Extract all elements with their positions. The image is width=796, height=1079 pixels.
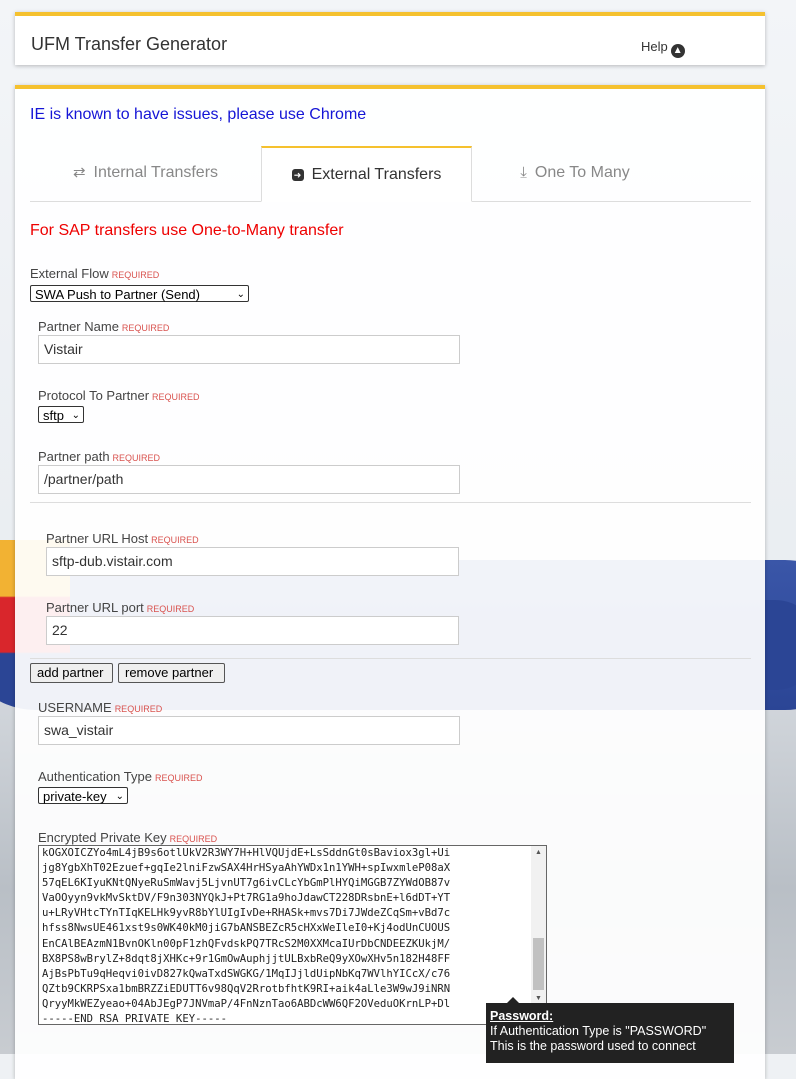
private-key-text: kOGXOICZYo4mL4jB9s6otlUkV2R3WY7H+HlVQUjd… [42,847,451,1025]
password-tooltip: Password: If Authentication Type is "PAS… [486,1003,734,1063]
required-tag: REQUIRED [112,453,161,463]
transfer-tabs: ⇄ Internal Transfers ➜ External Transfers … [30,146,751,202]
help-button[interactable]: Help ▲ [641,39,685,58]
label-text: Protocol To Partner [38,388,150,403]
tooltip-line: This is the password used to connect [490,1039,696,1053]
partner-name-input[interactable]: Vistair [38,335,460,364]
label-text: Encrypted Private Key [38,830,167,845]
divider [30,502,751,503]
chevron-down-icon: ⌄ [115,791,124,802]
partner-name-label: Partner Name REQUIRED [38,319,169,334]
partner-path-label: Partner path REQUIRED [38,449,160,464]
required-tag: REQUIRED [154,773,203,783]
remove-partner-button[interactable]: remove partner [118,663,225,683]
ie-warning: IE is known to have issues, please use C… [30,106,367,123]
protocol-label: Protocol To Partner REQUIRED [38,388,200,403]
airplane-nose [760,600,796,690]
chevron-down-icon: ⌄ [236,289,245,300]
header-bar: UFM Transfer Generator Help ▲ [15,12,765,65]
textarea-scrollbar[interactable]: ▲ ▼ [531,846,546,1006]
label-text: Authentication Type [38,769,152,784]
required-tag: REQUIRED [151,535,199,545]
scroll-up-arrow-icon[interactable]: ▲ [531,846,546,860]
external-flow-select[interactable]: SWA Push to Partner (Send) ⌄ [30,285,249,302]
tab-label: External Transfers [311,166,442,183]
chevron-up-circle-icon: ▲ [670,44,685,58]
url-host-label: Partner URL Host REQUIRED [46,531,199,546]
transfer-form-panel: IE is known to have issues, please use C… [15,85,765,1079]
tab-label: Internal Transfers [93,164,219,181]
private-key-label: Encrypted Private Key REQUIRED [38,830,217,845]
required-tag: REQUIRED [121,323,170,333]
tab-one-to-many[interactable]: ⤓ One To Many [470,146,680,200]
select-value: SWA Push to Partner (Send) [35,287,200,302]
required-tag: REQUIRED [169,834,218,844]
auth-type-select[interactable]: private-key ⌄ [38,787,128,804]
retweet-icon: ⇄ [72,164,86,181]
url-port-input[interactable]: 22 [46,616,459,645]
external-flow-label: External Flow REQUIRED [30,266,159,281]
private-key-textarea[interactable]: kOGXOICZYo4mL4jB9s6otlUkV2R3WY7H+HlVQUjd… [38,845,547,1025]
partner-path-input[interactable]: /partner/path [38,465,460,494]
protocol-select[interactable]: sftp ⌄ [38,406,84,423]
label-text: Partner Name [38,319,119,334]
username-label: USERNAME REQUIRED [38,700,162,715]
tab-internal-transfers[interactable]: ⇄ Internal Transfers [30,146,261,200]
tab-external-transfers[interactable]: ➜ External Transfers [261,146,472,202]
download-icon: ⤓ [520,164,527,181]
url-port-label: Partner URL port REQUIRED [46,600,194,615]
select-value: sftp [43,408,64,423]
label-text: Partner URL Host [46,531,149,546]
username-input[interactable]: swa_vistair [38,716,460,745]
tooltip-line: If Authentication Type is "PASSWORD" [490,1024,707,1038]
required-tag: REQUIRED [111,270,160,280]
auth-type-label: Authentication Type REQUIRED [38,769,202,784]
select-value: private-key [43,789,107,804]
required-tag: REQUIRED [152,392,200,402]
scrollbar-thumb[interactable] [533,938,544,990]
tooltip-title: Password: [490,1009,554,1023]
help-label: Help [641,39,668,54]
label-text: External Flow [30,266,109,281]
label-text: USERNAME [38,700,112,715]
label-text: Partner URL port [46,600,144,615]
label-text: Partner path [38,449,110,464]
page-title: UFM Transfer Generator [31,34,228,54]
sap-warning: For SAP transfers use One-to-Many transf… [30,222,344,239]
share-square-icon: ➜ [291,148,304,202]
add-partner-button[interactable]: add partner [30,663,113,683]
divider [30,658,751,659]
url-host-input[interactable]: sftp-dub.vistair.com [46,547,459,576]
required-tag: REQUIRED [146,604,195,614]
required-tag: REQUIRED [114,704,163,714]
chevron-down-icon: ⌄ [71,410,80,421]
tab-label: One To Many [534,164,630,181]
